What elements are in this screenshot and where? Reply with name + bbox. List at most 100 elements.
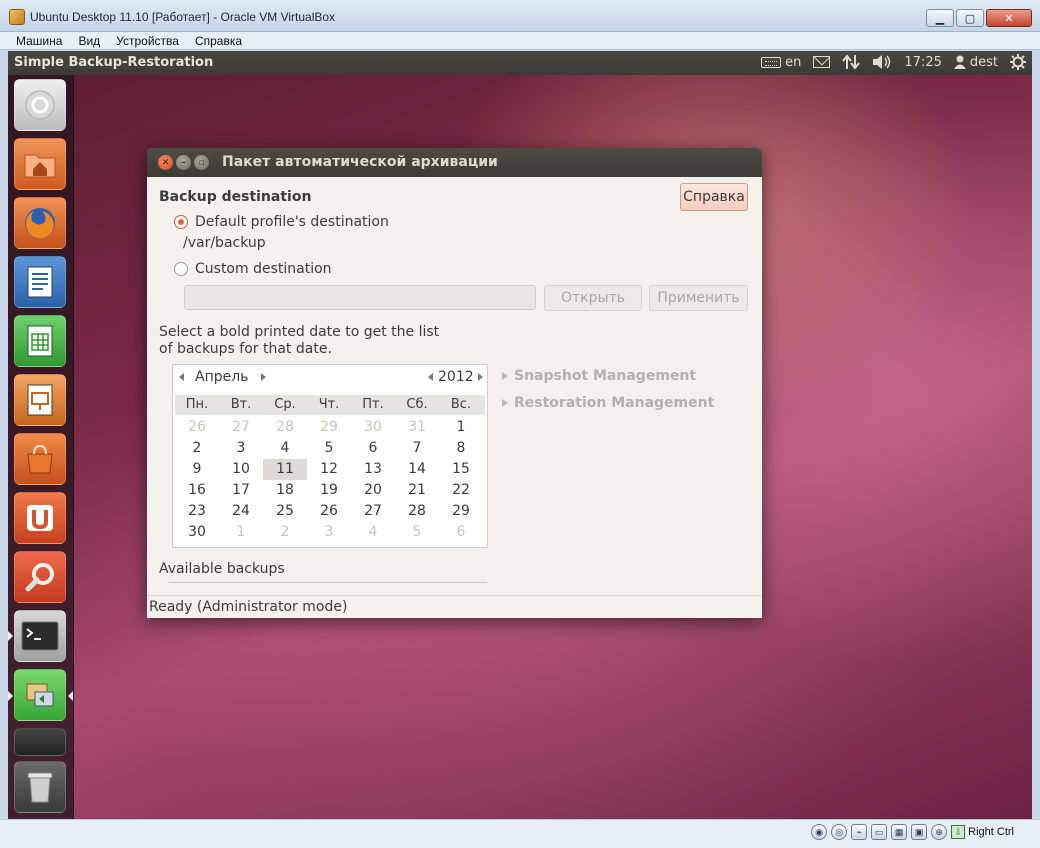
clock-indicator[interactable]: 17:25 (904, 55, 941, 70)
calendar-day[interactable]: 31 (395, 417, 439, 438)
prev-year-button[interactable] (428, 373, 433, 381)
calendar-day[interactable]: 12 (307, 459, 351, 480)
prev-month-button[interactable] (179, 373, 184, 381)
custom-destination-option[interactable]: Custom destination (174, 261, 332, 277)
calendar-day[interactable]: 3 (307, 522, 351, 543)
expander-arrow-icon (502, 372, 508, 380)
calendar-day[interactable]: 15 (439, 459, 483, 480)
calendar-day[interactable]: 14 (395, 459, 439, 480)
minimize-button[interactable]: ▁ (926, 9, 954, 27)
calendar-day[interactable]: 7 (395, 438, 439, 459)
calendar-day[interactable]: 10 (219, 459, 263, 480)
calendar-day[interactable]: 1 (219, 522, 263, 543)
network-indicator[interactable] (842, 54, 861, 70)
messaging-indicator[interactable] (813, 56, 831, 68)
calendar-hint-line2: of backups for that date. (159, 341, 332, 357)
launcher-impress[interactable] (14, 374, 66, 426)
calendar-day[interactable]: 21 (395, 480, 439, 501)
hard-disk-icon[interactable]: ◉ (811, 824, 828, 840)
calendar-day[interactable]: 1 (439, 417, 483, 438)
calendar-day[interactable]: 30 (175, 522, 219, 543)
default-destination-option[interactable]: Default profile's destination (174, 214, 389, 230)
display-icon[interactable]: ▣ (911, 824, 928, 840)
launcher-calc[interactable] (14, 315, 66, 367)
calendar-day[interactable]: 28 (263, 417, 307, 438)
next-month-button[interactable] (261, 373, 266, 381)
calendar-day[interactable]: 20 (351, 480, 395, 501)
running-app-pip (8, 631, 13, 641)
calendar-day[interactable]: 5 (307, 438, 351, 459)
apply-button[interactable]: Применить (649, 285, 748, 311)
calendar-day[interactable]: 16 (175, 480, 219, 501)
calendar-day[interactable]: 17 (219, 480, 263, 501)
launcher-system-settings[interactable] (14, 551, 66, 603)
help-button[interactable]: Справка (680, 183, 748, 211)
calendar-day[interactable]: 11 (263, 459, 307, 480)
launcher-writer[interactable] (14, 256, 66, 308)
optical-drive-icon[interactable]: ◎ (831, 824, 848, 840)
calendar-day[interactable]: 9 (175, 459, 219, 480)
open-button[interactable]: Открыть (544, 285, 642, 311)
launcher-trash[interactable] (14, 761, 66, 813)
close-button[interactable]: ✕ (986, 9, 1032, 27)
network-adapter-icon[interactable]: ▦ (891, 824, 908, 840)
calendar-day[interactable]: 26 (175, 417, 219, 438)
menu-view[interactable]: Вид (70, 32, 108, 48)
calendar-day[interactable]: 4 (351, 522, 395, 543)
maximize-button[interactable]: ▢ (956, 9, 984, 27)
sound-indicator[interactable] (872, 54, 892, 70)
calendar-day[interactable]: 30 (351, 417, 395, 438)
calendar-day[interactable]: 6 (439, 522, 483, 543)
host-menubar: Машина Вид Устройства Справка (0, 32, 1040, 50)
host-key-label: Right Ctrl (968, 826, 1014, 838)
calendar-day[interactable]: 6 (351, 438, 395, 459)
calendar-day[interactable]: 29 (439, 501, 483, 522)
dialog-close-button[interactable]: ✕ (158, 155, 173, 170)
calendar-day[interactable]: 4 (263, 438, 307, 459)
default-destination-radio[interactable] (174, 215, 188, 229)
available-backups-list[interactable] (169, 582, 487, 585)
calendar-day[interactable]: 27 (351, 501, 395, 522)
launcher-firefox[interactable] (14, 197, 66, 249)
keyboard-indicator[interactable]: en (761, 55, 801, 70)
calendar-day[interactable]: 22 (439, 480, 483, 501)
calendar-day[interactable]: 23 (175, 501, 219, 522)
minimize-icon: – (181, 157, 186, 168)
dialog-minimize-button[interactable]: – (176, 155, 191, 170)
custom-destination-input[interactable] (184, 285, 536, 310)
calendar-day[interactable]: 25 (263, 501, 307, 522)
dialog-maximize-button[interactable]: ▫ (194, 155, 209, 170)
launcher-ubuntu-one[interactable] (14, 492, 66, 544)
session-indicator[interactable] (1010, 54, 1026, 70)
mouse-integration-icon[interactable]: ⊕ (931, 824, 948, 840)
calendar-day[interactable]: 13 (351, 459, 395, 480)
menu-help[interactable]: Справка (187, 32, 250, 48)
calendar-day[interactable]: 18 (263, 480, 307, 501)
calendar-day[interactable]: 19 (307, 480, 351, 501)
menu-devices[interactable]: Устройства (108, 32, 187, 48)
calendar-day[interactable]: 8 (439, 438, 483, 459)
launcher-dash-home[interactable] (14, 79, 66, 131)
calendar-day[interactable]: 27 (219, 417, 263, 438)
calendar-day[interactable]: 2 (175, 438, 219, 459)
next-year-button[interactable] (478, 373, 483, 381)
calendar-day[interactable]: 29 (307, 417, 351, 438)
calendar-day[interactable]: 5 (395, 522, 439, 543)
launcher-terminal[interactable] (14, 610, 66, 662)
calendar-day[interactable]: 26 (307, 501, 351, 522)
calendar-day[interactable]: 2 (263, 522, 307, 543)
launcher-backup[interactable] (14, 669, 66, 721)
usb-icon[interactable]: ⌁ (851, 824, 868, 840)
snapshot-management-expander[interactable]: Snapshot Management (502, 368, 696, 384)
menu-machine[interactable]: Машина (0, 32, 70, 48)
custom-destination-radio[interactable] (174, 262, 188, 276)
launcher-workspace-switcher[interactable] (14, 728, 66, 756)
user-indicator[interactable]: dest (953, 55, 998, 70)
shared-folders-icon[interactable]: ▭ (871, 824, 888, 840)
launcher-software-center[interactable] (14, 433, 66, 485)
calendar-day[interactable]: 3 (219, 438, 263, 459)
calendar-day[interactable]: 24 (219, 501, 263, 522)
calendar-day[interactable]: 28 (395, 501, 439, 522)
restoration-management-expander[interactable]: Restoration Management (502, 395, 714, 411)
launcher-home-folder[interactable] (14, 138, 66, 190)
